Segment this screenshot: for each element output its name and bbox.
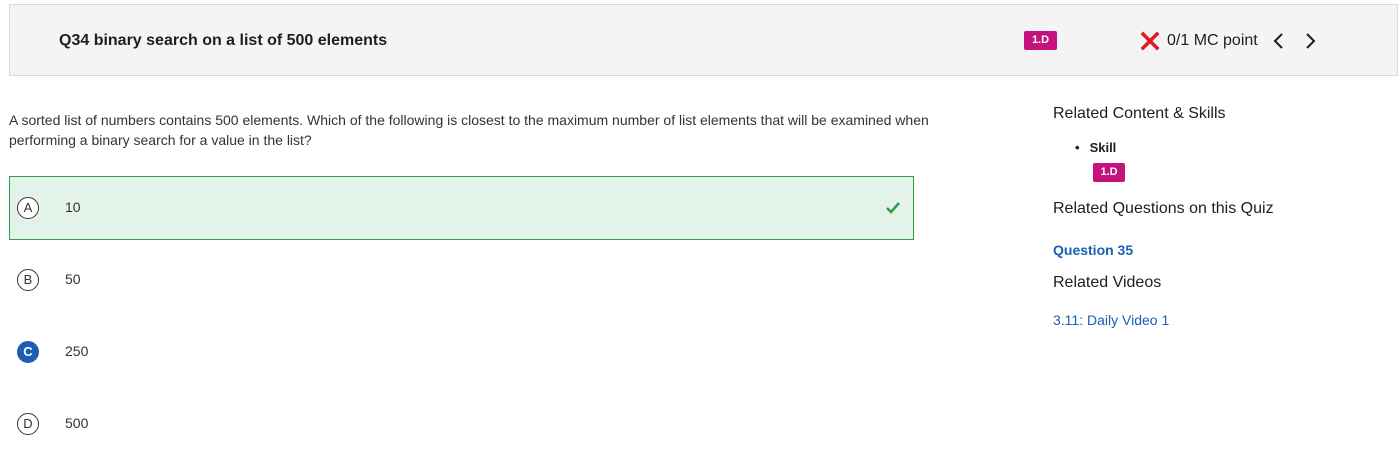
choice-c[interactable]: C 250 xyxy=(9,320,914,384)
choice-letter: D xyxy=(17,413,39,435)
choice-letter-selected: C xyxy=(17,341,39,363)
choice-letter: A xyxy=(17,197,39,219)
bullet: • xyxy=(1075,140,1080,155)
chevron-right-icon[interactable] xyxy=(1300,30,1320,52)
choice-value: 500 xyxy=(65,415,89,431)
choice-value: 10 xyxy=(65,199,81,215)
skill-badge: 1.D xyxy=(1093,163,1125,182)
related-question-link[interactable]: Question 35 xyxy=(1053,242,1133,258)
skill-label: Skill xyxy=(1089,140,1117,155)
chevron-left-icon[interactable] xyxy=(1269,30,1289,52)
question-text: A sorted list of numbers contains 500 el… xyxy=(9,112,929,148)
choice-b[interactable]: B 50 xyxy=(9,248,914,312)
related-video-link[interactable]: 3.11: Daily Video 1 xyxy=(1053,312,1169,328)
check-icon xyxy=(886,202,900,214)
choice-letter: B xyxy=(17,269,39,291)
related-questions-heading: Related Questions on this Quiz xyxy=(1053,200,1274,217)
choice-d[interactable]: D 500 xyxy=(9,392,914,456)
related-content-heading: Related Content & Skills xyxy=(1053,105,1226,122)
skill-badge: 1.D xyxy=(1024,31,1057,50)
choice-value: 250 xyxy=(65,343,89,359)
choice-a[interactable]: A 10 xyxy=(9,176,914,240)
question-title: Q34 binary search on a list of 500 eleme… xyxy=(59,32,388,49)
skill-list-item: • Skill xyxy=(1075,140,1116,155)
choice-value: 50 xyxy=(65,271,81,287)
x-icon xyxy=(1140,31,1160,51)
related-videos-heading: Related Videos xyxy=(1053,274,1162,291)
question-header: Q34 binary search on a list of 500 eleme… xyxy=(9,4,1398,76)
score-text: 0/1 MC point xyxy=(1167,32,1258,49)
